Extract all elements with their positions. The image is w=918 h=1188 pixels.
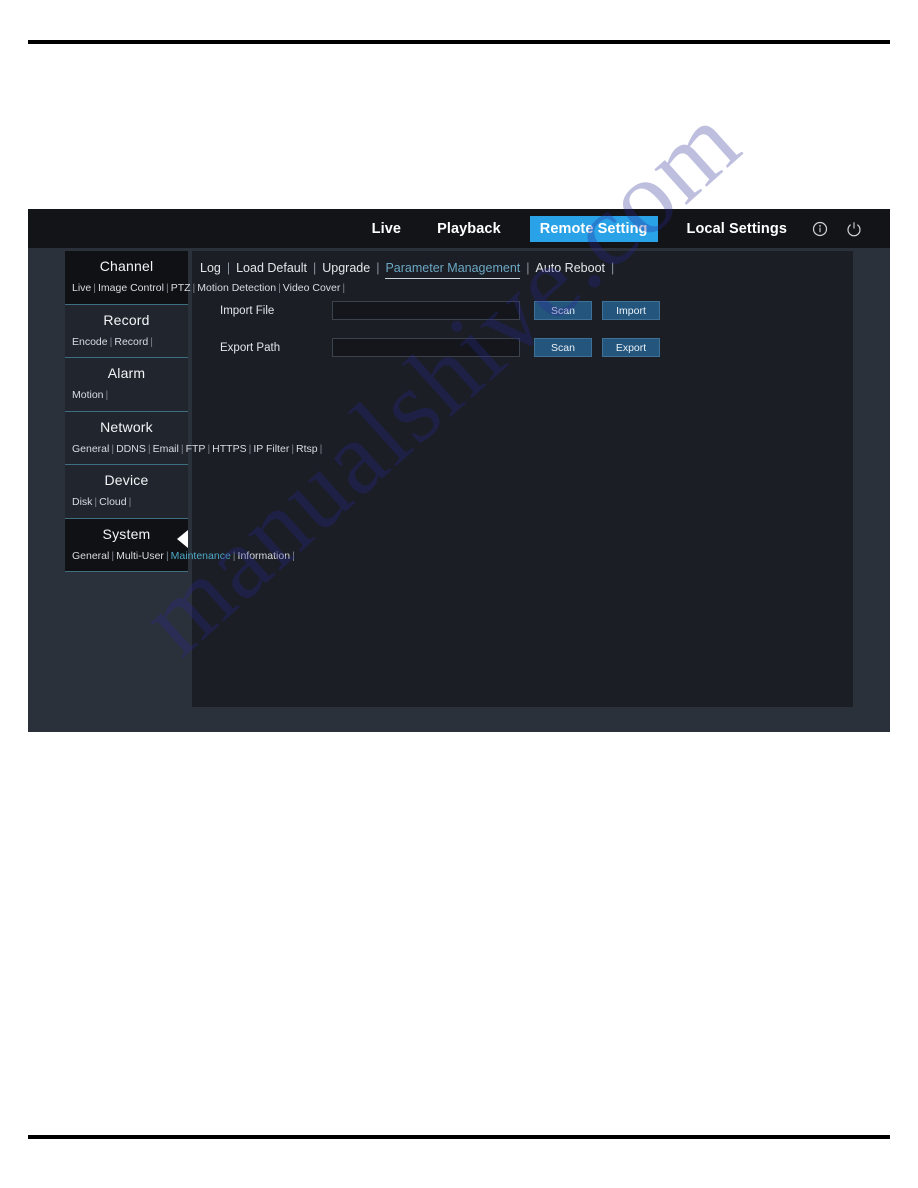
sidebar-item-record[interactable]: Record: [114, 336, 148, 348]
sidebar-tail: [65, 571, 188, 599]
sidebar-item-ptz[interactable]: PTZ: [171, 282, 191, 294]
sidebar-group-title[interactable]: Channel: [65, 251, 188, 279]
power-icon[interactable]: [846, 221, 862, 237]
form-input-wrapper[interactable]: [332, 338, 520, 358]
nav-item-live[interactable]: Live: [365, 217, 408, 241]
nav-item-playback[interactable]: Playback: [430, 217, 508, 241]
import-file-input[interactable]: [333, 303, 519, 321]
sidebar-item-maintenance[interactable]: Maintenance: [171, 550, 231, 562]
sidebar: Channel Live | Image Control | PTZ | Motion Det…: [65, 251, 345, 599]
sidebar-sub-list: Encode | Record |: [65, 333, 188, 358]
tab-upgrade[interactable]: Upgrade: [322, 261, 370, 278]
form-label: Export Path: [220, 341, 281, 354]
info-icon[interactable]: [812, 221, 828, 237]
page-rule-top: [28, 40, 890, 44]
sidebar-item-multi-user[interactable]: Multi-User: [116, 550, 164, 562]
sidebar-sub-separator: |: [232, 549, 236, 562]
sidebar-group-alarm[interactable]: Alarm Motion |: [65, 357, 188, 411]
sidebar-item-ip-filter[interactable]: IP Filter: [253, 443, 289, 455]
chevron-left-icon: [177, 529, 188, 548]
tab-separator: |: [526, 261, 530, 275]
sidebar-sub-separator: |: [128, 496, 132, 508]
sidebar-group-network[interactable]: Network General | DDNS | Email | FTP | HTTPS | IP F…: [65, 410, 322, 465]
sidebar-item-encode[interactable]: Encode: [72, 336, 108, 348]
sidebar-group-title[interactable]: System: [65, 519, 188, 547]
sidebar-sub-list: Live | Image Control | PTZ | Motion Detection |…: [65, 279, 345, 304]
sidebar-group-title[interactable]: Alarm: [65, 358, 188, 386]
sidebar-group-title[interactable]: Device: [65, 465, 188, 493]
sidebar-item-disk[interactable]: Disk: [72, 496, 92, 508]
tab-separator: |: [376, 261, 380, 275]
sidebar-item-email[interactable]: Email: [153, 443, 179, 455]
sidebar-sub-separator: |: [93, 282, 96, 294]
sidebar-item-cloud[interactable]: Cloud: [99, 496, 126, 508]
sidebar-item-rtsp[interactable]: Rtsp: [296, 443, 318, 455]
app-header: Live Playback Remote Setting Local Settings: [28, 209, 890, 248]
export-path-input[interactable]: [333, 340, 519, 358]
sidebar-sub-separator: |: [165, 549, 169, 562]
sidebar-sub-list: Motion |: [65, 386, 188, 411]
sidebar-sub-separator: |: [319, 442, 323, 455]
sidebar-sub-separator: |: [342, 282, 346, 294]
scan-import-button[interactable]: Scan: [534, 301, 592, 320]
nav-item-local-settings[interactable]: Local Settings: [680, 217, 795, 241]
sidebar-item-video-cover[interactable]: Video Cover: [283, 282, 341, 294]
content-panel: Log | Load Default | Upgrade | Parameter Manag…: [192, 251, 853, 707]
sidebar-sub-list: General | DDNS | Email | FTP | HTTPS | IP Filter | R…: [65, 440, 322, 465]
app-window: Live Playback Remote Setting Local Settings…: [28, 209, 890, 732]
sidebar-group-title[interactable]: Network: [65, 412, 188, 440]
sidebar-sub-separator: |: [180, 442, 184, 455]
page-rule-bottom: [28, 1135, 890, 1139]
scan-export-button[interactable]: Scan: [534, 338, 592, 357]
tab-separator: |: [313, 261, 317, 275]
sidebar-sub-separator: |: [150, 335, 153, 348]
tab-auto-reboot[interactable]: Auto Reboot: [536, 261, 606, 278]
tab-log[interactable]: Log: [200, 261, 221, 278]
sidebar-item-https[interactable]: HTTPS: [212, 443, 246, 455]
sidebar-sub-separator: |: [292, 549, 295, 562]
form-label: Import File: [220, 304, 275, 317]
sidebar-item-general[interactable]: General: [72, 550, 109, 562]
sidebar-group-title[interactable]: Record: [65, 305, 188, 333]
sidebar-sub-separator: |: [165, 282, 169, 294]
import-button[interactable]: Import: [602, 301, 660, 320]
sidebar-item-ftp[interactable]: FTP: [186, 443, 206, 455]
sidebar-item-ddns[interactable]: DDNS: [116, 443, 146, 455]
tab-separator: |: [611, 261, 615, 275]
tab-separator: |: [226, 261, 231, 275]
sidebar-sub-list: Disk | Cloud |: [65, 493, 188, 518]
form-row: Export Path Scan Export: [220, 338, 853, 358]
sidebar-sub-list: General | Multi-User | Maintenance | Informati…: [65, 547, 295, 572]
sidebar-group-record[interactable]: Record Encode | Record |: [65, 303, 188, 358]
sidebar-group-system[interactable]: System General | Multi-User | Maintenance | Inf…: [65, 517, 295, 572]
sidebar-sub-separator: |: [278, 282, 281, 294]
sidebar-item-motion[interactable]: Motion: [72, 389, 104, 401]
form-input-wrapper[interactable]: [332, 301, 520, 321]
nav-item-remote-setting[interactable]: Remote Setting: [529, 215, 658, 242]
tab-parameter-management[interactable]: Parameter Management: [385, 261, 521, 279]
sidebar-group-channel[interactable]: Channel Live | Image Control | PTZ | Motion Det…: [65, 251, 345, 304]
sidebar-sub-separator: |: [147, 442, 151, 455]
sidebar-sub-separator: |: [105, 389, 109, 401]
form-row: Import File Scan Import: [220, 301, 853, 321]
sidebar-item-live[interactable]: Live: [72, 282, 91, 294]
sidebar-group-device[interactable]: Device Disk | Cloud |: [65, 464, 188, 518]
sidebar-item-motion-detection[interactable]: Motion Detection: [197, 282, 276, 294]
tab-load-default[interactable]: Load Default: [236, 261, 307, 278]
export-button[interactable]: Export: [602, 338, 660, 357]
tab-bar: Log | Load Default | Upgrade | Parameter Manag…: [192, 251, 853, 279]
sidebar-item-general[interactable]: General: [72, 443, 109, 455]
sidebar-item-information[interactable]: Information: [238, 550, 291, 562]
sidebar-item-image-control[interactable]: Image Control: [98, 282, 164, 294]
